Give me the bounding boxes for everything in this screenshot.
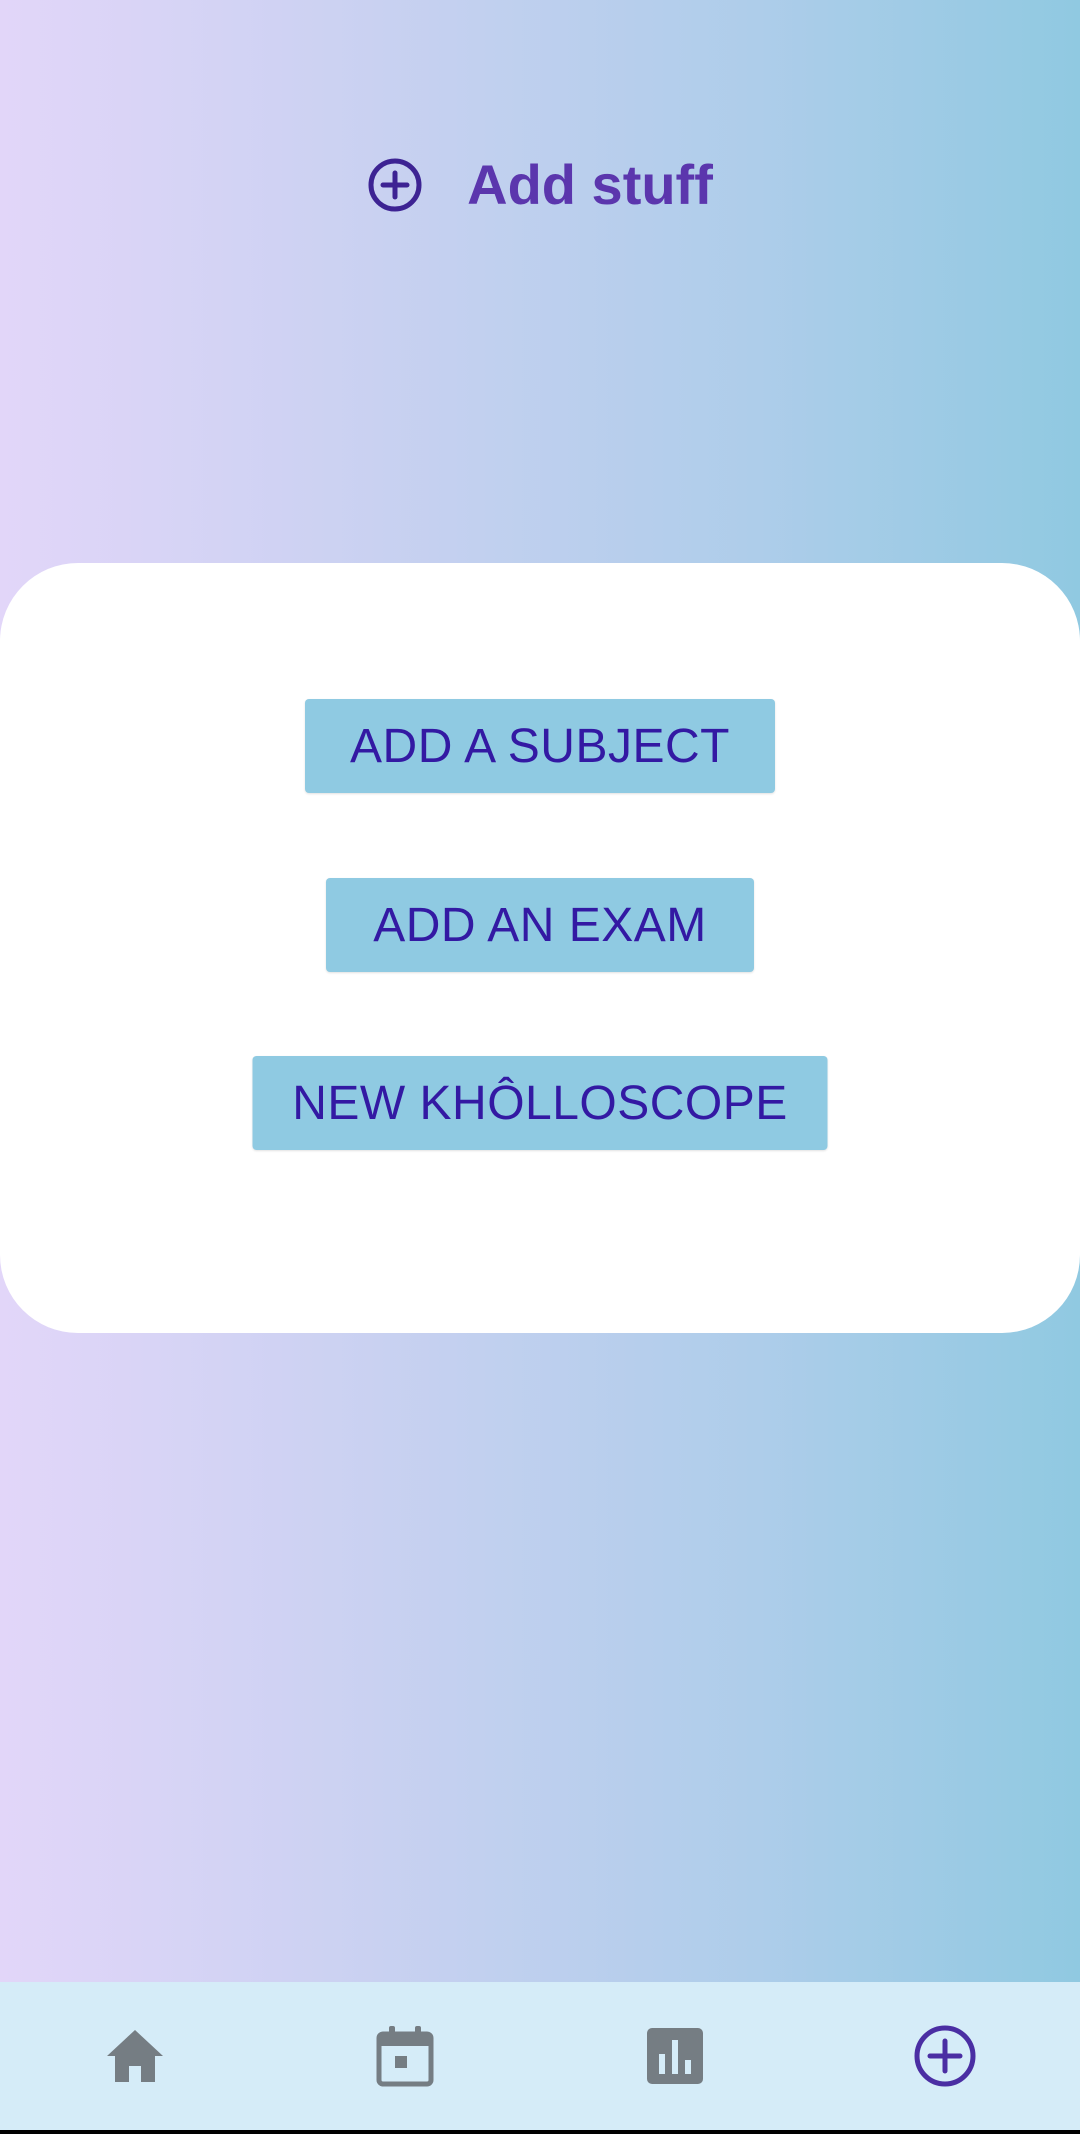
- add-circle-icon: [368, 158, 422, 212]
- nav-home[interactable]: [75, 1996, 195, 2116]
- nav-stats[interactable]: [615, 1996, 735, 2116]
- nav-add[interactable]: [885, 1996, 1005, 2116]
- calendar-icon: [376, 2026, 434, 2087]
- nav-calendar[interactable]: [345, 1996, 465, 2116]
- bottom-edge-line: [0, 2130, 1080, 2134]
- page-title: Add stuff: [467, 153, 713, 216]
- add-subject-button[interactable]: ADD A SUBJECT: [305, 699, 775, 793]
- page-header: Add stuff: [0, 140, 1080, 230]
- home-icon: [107, 2030, 163, 2082]
- add-circle-icon: [914, 2025, 976, 2087]
- actions-card: ADD A SUBJECT ADD AN EXAM NEW KHÔLLOSCOP…: [0, 563, 1080, 1333]
- new-kholloscope-button[interactable]: NEW KHÔLLOSCOPE: [252, 1056, 828, 1150]
- bar-chart-icon: [647, 2028, 703, 2084]
- add-exam-button[interactable]: ADD AN EXAM: [326, 878, 754, 972]
- bottom-navigation: [0, 1982, 1080, 2130]
